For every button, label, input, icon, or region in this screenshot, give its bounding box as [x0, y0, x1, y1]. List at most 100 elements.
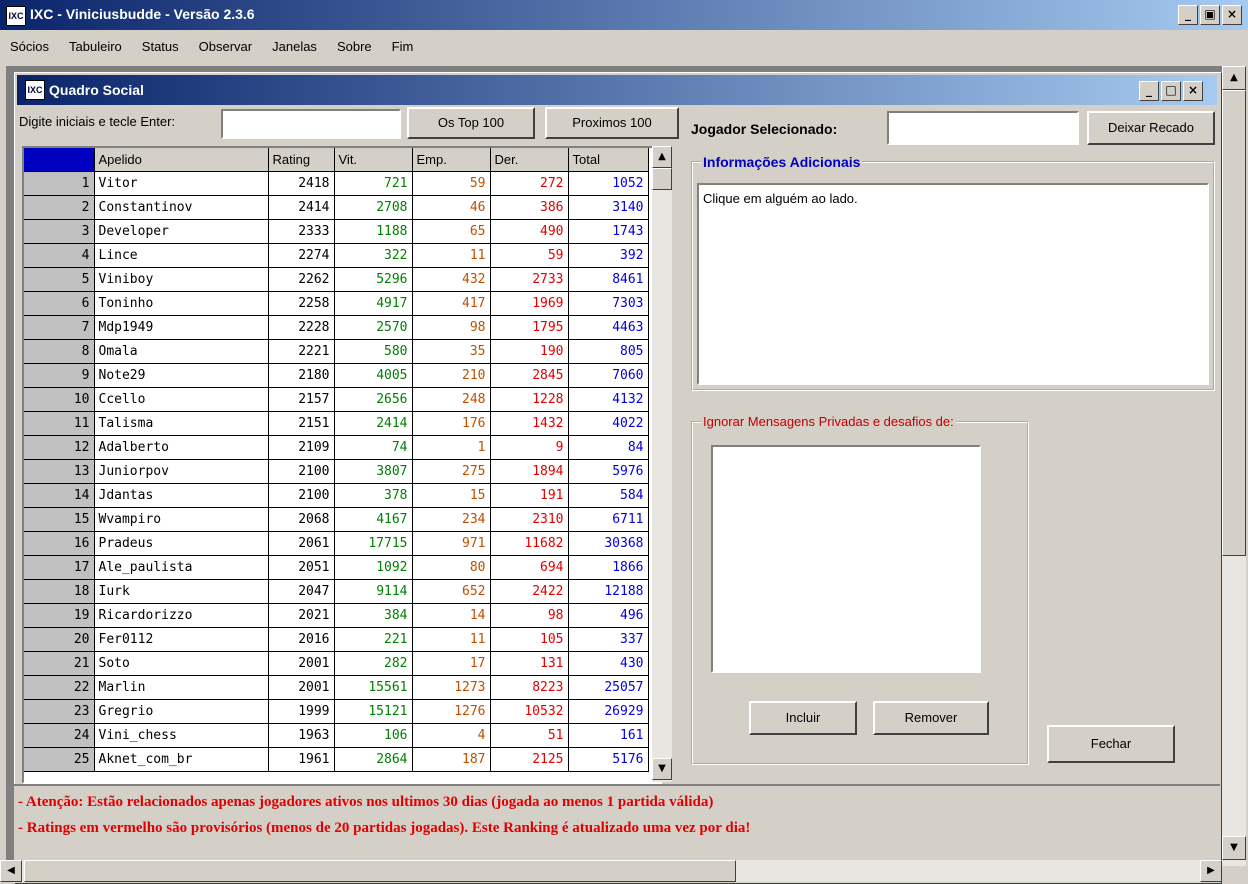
- cell-total[interactable]: 430: [568, 651, 649, 676]
- row-index[interactable]: 5: [24, 267, 95, 292]
- cell-vit[interactable]: 5296: [334, 267, 413, 292]
- table-vertical-scrollbar[interactable]: ▲ ▼: [652, 146, 672, 782]
- scroll-left-icon[interactable]: ◀: [0, 860, 22, 882]
- cell-rating[interactable]: 2100: [268, 483, 335, 508]
- cell-emp[interactable]: 1273: [412, 675, 491, 700]
- row-index[interactable]: 18: [24, 579, 95, 604]
- cell-total[interactable]: 84: [568, 435, 649, 460]
- cell-der[interactable]: 1894: [490, 459, 569, 484]
- table-row[interactable]: 18 Iurk 2047 9114 652 2422 12188: [24, 579, 649, 604]
- search-input[interactable]: [221, 109, 401, 139]
- cell-emp[interactable]: 234: [412, 507, 491, 532]
- maximize-button[interactable]: ▣: [1200, 5, 1220, 25]
- table-row[interactable]: 15 Wvampiro 2068 4167 234 2310 6711: [24, 507, 649, 532]
- cell-vit[interactable]: 2656: [334, 387, 413, 412]
- cell-total[interactable]: 337: [568, 627, 649, 652]
- cell-vit[interactable]: 721: [334, 171, 413, 196]
- cell-emp[interactable]: 971: [412, 531, 491, 556]
- cell-total[interactable]: 4132: [568, 387, 649, 412]
- cell-der[interactable]: 272: [490, 171, 569, 196]
- cell-der[interactable]: 59: [490, 243, 569, 268]
- cell-vit[interactable]: 1188: [334, 219, 413, 244]
- cell-apelido[interactable]: Gregrio: [94, 699, 269, 724]
- cell-total[interactable]: 161: [568, 723, 649, 748]
- ranking-table[interactable]: Apelido Rating Vit. Emp. Der. Total 1 Vit…: [22, 146, 662, 784]
- cell-rating[interactable]: 2333: [268, 219, 335, 244]
- next100-button[interactable]: Proximos 100: [545, 107, 679, 139]
- cell-der[interactable]: 105: [490, 627, 569, 652]
- cell-rating[interactable]: 2068: [268, 507, 335, 532]
- cell-apelido[interactable]: Adalberto: [94, 435, 269, 460]
- cell-vit[interactable]: 2570: [334, 315, 413, 340]
- cell-apelido[interactable]: Lince: [94, 243, 269, 268]
- table-corner[interactable]: [24, 148, 95, 172]
- row-index[interactable]: 9: [24, 363, 95, 388]
- cell-rating[interactable]: 2228: [268, 315, 335, 340]
- cell-rating[interactable]: 2274: [268, 243, 335, 268]
- cell-emp[interactable]: 15: [412, 483, 491, 508]
- row-index[interactable]: 16: [24, 531, 95, 556]
- cell-apelido[interactable]: Ricardorizzo: [94, 603, 269, 628]
- horizontal-scroll-thumb[interactable]: [24, 860, 736, 882]
- table-row[interactable]: 16 Pradeus 2061 17715 971 11682 30368: [24, 531, 649, 556]
- cell-der[interactable]: 98: [490, 603, 569, 628]
- cell-vit[interactable]: 282: [334, 651, 413, 676]
- column-header-vit[interactable]: Vit.: [334, 148, 413, 172]
- cell-rating[interactable]: 1999: [268, 699, 335, 724]
- cell-vit[interactable]: 74: [334, 435, 413, 460]
- cell-vit[interactable]: 15121: [334, 699, 413, 724]
- row-index[interactable]: 2: [24, 195, 95, 220]
- column-header-total[interactable]: Total: [568, 148, 649, 172]
- cell-emp[interactable]: 176: [412, 411, 491, 436]
- cell-rating[interactable]: 2262: [268, 267, 335, 292]
- cell-total[interactable]: 8461: [568, 267, 649, 292]
- minimize-button[interactable]: _: [1178, 5, 1198, 25]
- cell-der[interactable]: 131: [490, 651, 569, 676]
- menu-sobre[interactable]: Sobre: [327, 39, 382, 54]
- cell-total[interactable]: 4022: [568, 411, 649, 436]
- cell-total[interactable]: 1743: [568, 219, 649, 244]
- table-row[interactable]: 21 Soto 2001 282 17 131 430: [24, 651, 649, 676]
- row-index[interactable]: 8: [24, 339, 95, 364]
- row-index[interactable]: 21: [24, 651, 95, 676]
- cell-vit[interactable]: 384: [334, 603, 413, 628]
- cell-emp[interactable]: 248: [412, 387, 491, 412]
- top100-button[interactable]: Os Top 100: [407, 107, 535, 139]
- cell-total[interactable]: 5976: [568, 459, 649, 484]
- child-maximize-button[interactable]: □: [1161, 81, 1181, 101]
- table-row[interactable]: 6 Toninho 2258 4917 417 1969 7303: [24, 291, 649, 316]
- cell-der[interactable]: 1228: [490, 387, 569, 412]
- table-row[interactable]: 20 Fer0112 2016 221 11 105 337: [24, 627, 649, 652]
- cell-apelido[interactable]: Ale_paulista: [94, 555, 269, 580]
- cell-apelido[interactable]: Vini_chess: [94, 723, 269, 748]
- cell-rating[interactable]: 2151: [268, 411, 335, 436]
- table-row[interactable]: 22 Marlin 2001 15561 1273 8223 25057: [24, 675, 649, 700]
- cell-apelido[interactable]: Juniorpov: [94, 459, 269, 484]
- table-row[interactable]: 13 Juniorpov 2100 3807 275 1894 5976: [24, 459, 649, 484]
- table-scroll-down-icon[interactable]: ▼: [652, 758, 672, 780]
- cell-apelido[interactable]: Note29: [94, 363, 269, 388]
- cell-vit[interactable]: 2864: [334, 747, 413, 772]
- cell-vit[interactable]: 3807: [334, 459, 413, 484]
- cell-emp[interactable]: 1276: [412, 699, 491, 724]
- child-minimize-button[interactable]: _: [1139, 81, 1159, 101]
- scroll-down-icon[interactable]: ▼: [1222, 836, 1246, 860]
- row-index[interactable]: 6: [24, 291, 95, 316]
- cell-emp[interactable]: 14: [412, 603, 491, 628]
- table-row[interactable]: 19 Ricardorizzo 2021 384 14 98 496: [24, 603, 649, 628]
- table-row[interactable]: 3 Developer 2333 1188 65 490 1743: [24, 219, 649, 244]
- cell-vit[interactable]: 4005: [334, 363, 413, 388]
- column-header-rating[interactable]: Rating: [268, 148, 335, 172]
- cell-vit[interactable]: 106: [334, 723, 413, 748]
- close-button[interactable]: ×: [1222, 5, 1242, 25]
- cell-apelido[interactable]: Jdantas: [94, 483, 269, 508]
- cell-emp[interactable]: 187: [412, 747, 491, 772]
- cell-total[interactable]: 584: [568, 483, 649, 508]
- table-row[interactable]: 4 Lince 2274 322 11 59 392: [24, 243, 649, 268]
- row-index[interactable]: 3: [24, 219, 95, 244]
- row-index[interactable]: 19: [24, 603, 95, 628]
- cell-vit[interactable]: 4917: [334, 291, 413, 316]
- cell-rating[interactable]: 2258: [268, 291, 335, 316]
- table-row[interactable]: 8 Omala 2221 580 35 190 805: [24, 339, 649, 364]
- row-index[interactable]: 15: [24, 507, 95, 532]
